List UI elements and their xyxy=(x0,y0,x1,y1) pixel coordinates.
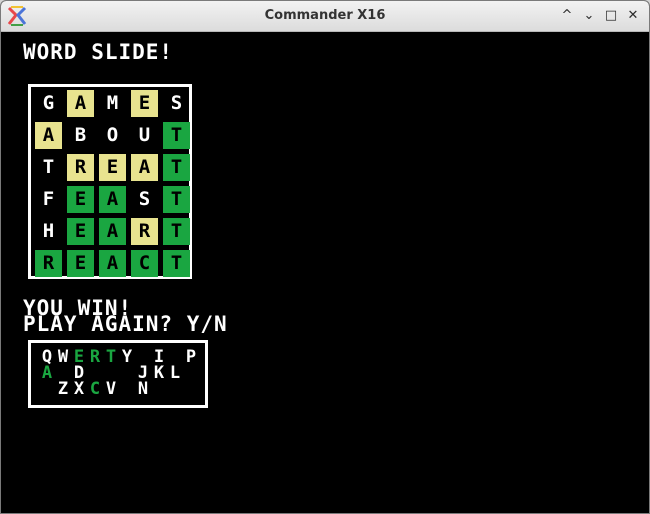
board-tile-r6-c5: T xyxy=(163,250,190,277)
keyboard-key-l: L xyxy=(169,363,181,383)
board-tile-r2-c1: A xyxy=(35,122,62,149)
board-tile-r2-c2: B xyxy=(74,124,87,146)
minimize-button[interactable]: ⌄ xyxy=(579,6,599,26)
emulator-window: Commander X16 ^ ⌄ □ ✕ WORD SLIDE! GAMESA… xyxy=(0,0,650,514)
shade-button[interactable]: ^ xyxy=(557,6,577,26)
board-tile-r1-c3: M xyxy=(106,92,119,114)
board-tile-r3-c2: R xyxy=(67,154,94,181)
title-bar[interactable]: Commander X16 ^ ⌄ □ ✕ xyxy=(1,1,649,32)
close-button[interactable]: ✕ xyxy=(623,6,643,26)
board-tile-r4-c1: F xyxy=(42,188,55,210)
board-tile-r1-c2: A xyxy=(67,90,94,117)
keyboard-key-n: N xyxy=(137,379,149,399)
emulator-screen[interactable]: WORD SLIDE! GAMESABOUTTREATFEASTHEARTREA… xyxy=(3,32,647,512)
keyboard-key-t: T xyxy=(105,347,117,367)
keyboard-key-c: C xyxy=(89,379,101,399)
keyboard-key-y: Y xyxy=(121,347,133,367)
board-tile-r5-c1: H xyxy=(42,220,55,242)
board-tile-r3-c3: E xyxy=(99,154,126,181)
board-tile-r5-c4: R xyxy=(131,218,158,245)
board-tile-r6-c4: C xyxy=(131,250,158,277)
letter-keyboard: QWERTYIPADJKLZXCVN xyxy=(28,340,208,408)
board-tile-r4-c3: A xyxy=(99,186,126,213)
letter-grid: GAMESABOUTTREATFEASTHEARTREACT xyxy=(28,84,192,279)
board-tile-r6-c3: A xyxy=(99,250,126,277)
board-tile-r4-c5: T xyxy=(163,186,190,213)
keyboard-key-v: V xyxy=(105,379,117,399)
keyboard-key-w: W xyxy=(57,347,69,367)
board-tile-r3-c4: A xyxy=(131,154,158,181)
board-tile-r2-c5: T xyxy=(163,122,190,149)
board-tile-r3-c5: T xyxy=(163,154,190,181)
board-tile-r3-c1: T xyxy=(42,156,55,178)
board-tile-r6-c2: E xyxy=(67,250,94,277)
keyboard-key-z: Z xyxy=(57,379,69,399)
keyboard-key-p: P xyxy=(185,347,197,367)
board-tile-r1-c1: G xyxy=(42,92,55,114)
board-tile-r5-c5: T xyxy=(163,218,190,245)
keyboard-key-r: R xyxy=(89,347,101,367)
board-tile-r4-c4: S xyxy=(138,188,151,210)
board-tile-r2-c4: U xyxy=(138,124,151,146)
board-tile-r5-c3: A xyxy=(99,218,126,245)
keyboard-key-x: X xyxy=(73,379,85,399)
board-tile-r5-c2: E xyxy=(67,218,94,245)
board-tile-r4-c2: E xyxy=(67,186,94,213)
window-title: Commander X16 xyxy=(264,8,386,23)
maximize-button[interactable]: □ xyxy=(601,6,621,26)
board-tile-r1-c4: E xyxy=(131,90,158,117)
board-tile-r1-c5: S xyxy=(170,92,183,114)
keyboard-key-a: A xyxy=(41,363,53,383)
keyboard-key-k: K xyxy=(153,363,165,383)
game-title: WORD SLIDE! xyxy=(23,40,174,64)
board-tile-r2-c3: O xyxy=(106,124,119,146)
play-again-prompt: PLAY AGAIN? Y/N xyxy=(23,312,228,336)
board-tile-r6-c1: R xyxy=(35,250,62,277)
